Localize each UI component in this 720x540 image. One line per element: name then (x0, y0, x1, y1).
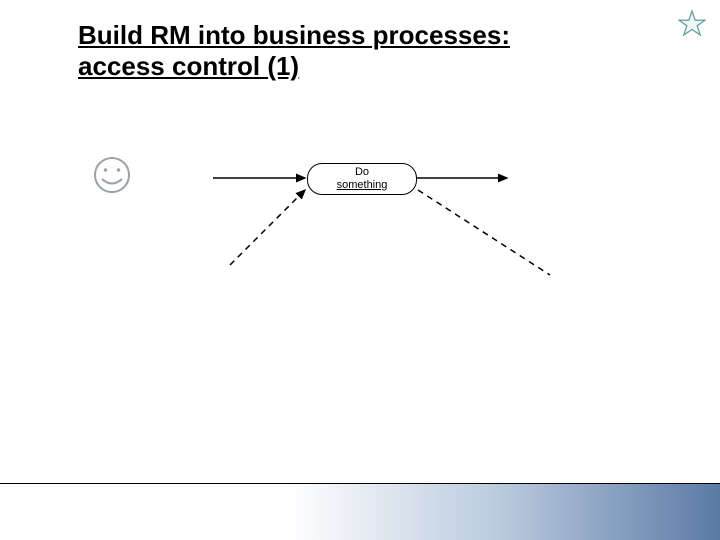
dashed-left (230, 190, 305, 265)
diagram-lines (0, 0, 720, 540)
process-line1: Do (355, 166, 369, 179)
slide: Build RM into business processes: access… (0, 0, 720, 540)
process-line2: something (337, 179, 388, 192)
process-node: Do something (307, 163, 417, 195)
dashed-right (418, 190, 550, 275)
footer-bar (0, 483, 720, 540)
